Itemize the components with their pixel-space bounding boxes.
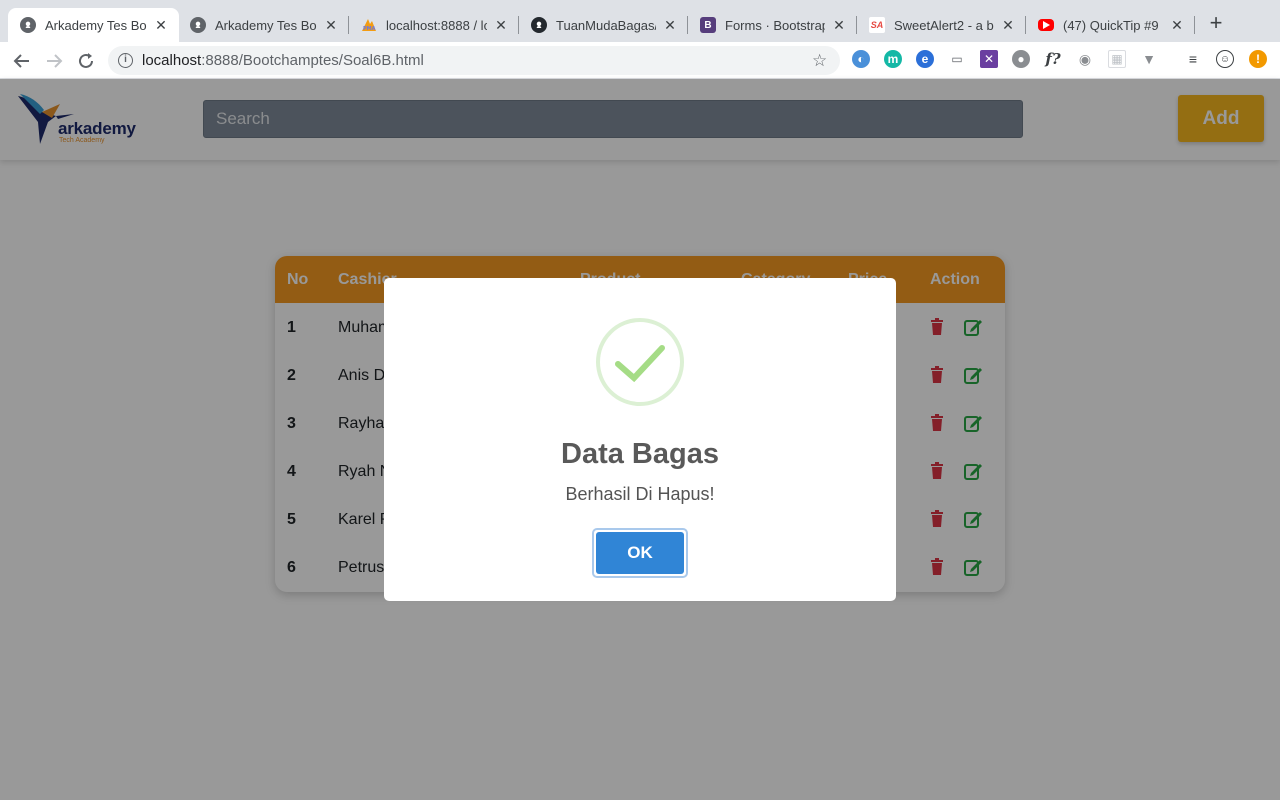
browser-tab-title: TuanMudaBagas/B xyxy=(556,17,656,33)
success-check-icon xyxy=(596,318,684,406)
close-icon[interactable]: ✕ xyxy=(831,17,847,34)
new-tab-icon[interactable]: + xyxy=(1206,12,1226,34)
ok-button[interactable]: OK xyxy=(592,528,688,578)
browser-tab-4[interactable]: B Forms · Bootstrap ✕ xyxy=(688,8,857,42)
youtube-icon xyxy=(1038,19,1054,31)
extension-icon[interactable]: m xyxy=(884,50,902,68)
avatar[interactable]: ☺ xyxy=(1216,50,1234,68)
close-icon[interactable]: ✕ xyxy=(153,17,169,34)
browser-tab-title: Forms · Bootstrap xyxy=(725,17,825,33)
browser-tab-1[interactable]: Arkademy Tes Boo ✕ xyxy=(178,8,349,42)
tab-separator xyxy=(1194,16,1195,34)
browser-tab-title: Arkademy Tes Boo xyxy=(215,17,317,33)
back-arrow-icon[interactable] xyxy=(11,50,33,72)
update-alert-icon[interactable]: ! xyxy=(1249,50,1267,68)
close-icon[interactable]: ✕ xyxy=(662,17,678,34)
github-icon xyxy=(190,17,206,33)
sweetalert-icon: SA xyxy=(869,17,885,33)
close-icon[interactable]: ✕ xyxy=(1169,17,1185,34)
close-icon[interactable]: ✕ xyxy=(323,17,339,34)
browser-tab-3[interactable]: TuanMudaBagas/B ✕ xyxy=(519,8,688,42)
extension-icon[interactable]: ▦ xyxy=(1108,50,1126,68)
svg-text:PMA: PMA xyxy=(363,26,376,32)
browser-tab-title: Arkademy Tes Boo xyxy=(45,17,147,33)
ok-button-label[interactable]: OK xyxy=(596,532,684,574)
dialog-message: Berhasil Di Hapus! xyxy=(565,484,715,504)
browser-tab-title: (47) QuickTip #9 : xyxy=(1063,17,1163,33)
github-icon xyxy=(531,17,547,33)
address-bar[interactable]: i localhost:8888/Bootchamptes/Soal6B.htm… xyxy=(108,46,840,75)
browser-tab-strip: Arkademy Tes Boo ✕ Arkademy Tes Boo ✕ PM… xyxy=(0,0,1280,42)
bootstrap-icon: B xyxy=(700,17,716,33)
info-icon[interactable]: i xyxy=(118,53,133,68)
phpmyadmin-icon: PMA xyxy=(361,17,377,33)
dialog-title: Data Bagas xyxy=(561,438,719,470)
url-path: :8888/Bootchamptes/Soal6B.html xyxy=(201,52,424,69)
browser-tab-2[interactable]: PMA localhost:8888 / lo ✕ xyxy=(349,8,519,42)
extension-icon[interactable]: e xyxy=(916,50,934,68)
close-icon[interactable]: ✕ xyxy=(1000,17,1016,34)
bookmark-star-icon[interactable]: ☆ xyxy=(812,51,827,71)
forward-arrow-icon[interactable] xyxy=(43,50,65,72)
browser-tab-5[interactable]: SA SweetAlert2 - a be ✕ xyxy=(857,8,1026,42)
browser-tab-0[interactable]: Arkademy Tes Boo ✕ xyxy=(8,8,179,42)
github-icon xyxy=(20,17,36,33)
extension-icon[interactable]: ◐ xyxy=(852,50,870,68)
success-dialog: Data Bagas Berhasil Di Hapus! OK xyxy=(384,278,896,601)
vue-devtools-icon[interactable]: ▼ xyxy=(1140,50,1158,68)
car-icon[interactable]: ▭ xyxy=(948,50,966,68)
reload-icon[interactable] xyxy=(75,50,97,72)
reading-list-icon[interactable]: ≡ xyxy=(1184,50,1202,68)
camera-icon[interactable]: ◉ xyxy=(1076,50,1094,68)
url-text: localhost:8888/Bootchamptes/Soal6B.html xyxy=(142,52,424,69)
extension-icon[interactable]: ● xyxy=(1012,50,1030,68)
close-icon[interactable]: ✕ xyxy=(493,17,509,34)
font-icon[interactable]: f? xyxy=(1044,50,1062,68)
extension-icon[interactable]: ✕ xyxy=(980,50,998,68)
url-host: localhost xyxy=(142,52,202,69)
browser-tab-title: SweetAlert2 - a be xyxy=(894,17,994,33)
browser-tab-6[interactable]: (47) QuickTip #9 : ✕ xyxy=(1026,8,1195,42)
browser-tab-title: localhost:8888 / lo xyxy=(386,17,487,33)
